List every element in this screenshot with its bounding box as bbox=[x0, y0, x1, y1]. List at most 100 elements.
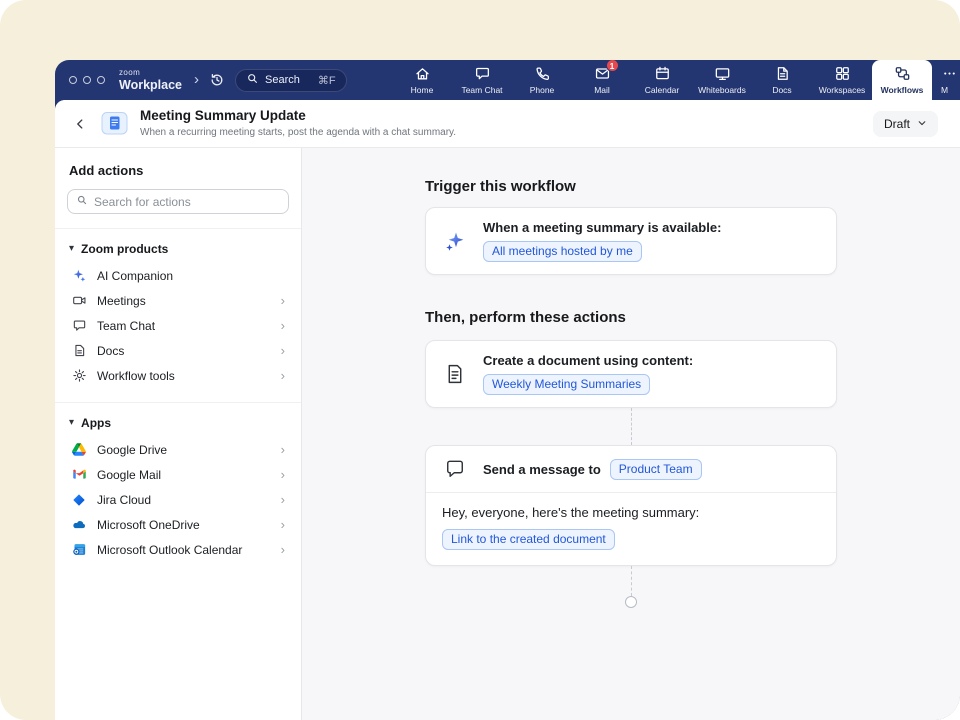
logo-zoom-text: zoom bbox=[119, 69, 182, 77]
nav-tab-label: Whiteboards bbox=[698, 85, 746, 95]
nav-tab-mail[interactable]: 1 Mail bbox=[572, 60, 632, 100]
add-step-node[interactable] bbox=[625, 596, 637, 608]
caret-down-icon: ▾ bbox=[69, 418, 74, 428]
recipient-chip[interactable]: Product Team bbox=[610, 459, 702, 480]
chevron-right-icon: › bbox=[281, 492, 285, 507]
nav-expand-chevron-icon[interactable]: › bbox=[194, 71, 199, 88]
nav-tab-docs[interactable]: Docs bbox=[752, 60, 812, 100]
message-body-text: Hey, everyone, here's the meeting summar… bbox=[442, 505, 820, 520]
workflow-header: Meeting Summary Update When a recurring … bbox=[55, 100, 960, 148]
section-label: Apps bbox=[81, 416, 111, 430]
sidebar-item-jira-cloud[interactable]: Jira Cloud › bbox=[67, 487, 289, 512]
more-icon bbox=[941, 65, 958, 82]
outlook-calendar-icon bbox=[71, 542, 87, 558]
trigger-scope-chip[interactable]: All meetings hosted by me bbox=[483, 241, 642, 262]
nav-tab-phone[interactable]: Phone bbox=[512, 60, 572, 100]
trigger-text: When a meeting summary is available: bbox=[483, 220, 721, 235]
flow-connector bbox=[631, 566, 632, 596]
chat-bubble-icon bbox=[442, 458, 468, 480]
create-document-text: Create a document using content: bbox=[483, 353, 693, 368]
sidebar-item-label: Google Drive bbox=[97, 443, 167, 457]
page-background: zoom Workplace › Search ⌘F bbox=[0, 0, 960, 720]
logo-workplace-text: Workplace bbox=[119, 79, 182, 92]
window-control-dot[interactable] bbox=[83, 76, 91, 84]
send-message-card[interactable]: Send a message to Product Team Hey, ever… bbox=[425, 445, 837, 566]
chevron-right-icon: › bbox=[281, 542, 285, 557]
workspaces-icon bbox=[834, 65, 851, 82]
google-drive-icon bbox=[71, 442, 87, 458]
sidebar-item-microsoft-outlook-calendar[interactable]: Microsoft Outlook Calendar › bbox=[67, 537, 289, 562]
ai-companion-icon bbox=[71, 268, 87, 284]
chevron-right-icon: › bbox=[281, 467, 285, 482]
gmail-icon bbox=[71, 467, 87, 483]
ai-sparkle-icon bbox=[442, 229, 468, 253]
workflow-editor: Meeting Summary Update When a recurring … bbox=[55, 100, 960, 720]
nav-tab-label: Workspaces bbox=[819, 85, 866, 95]
phone-icon bbox=[534, 65, 551, 82]
chevron-right-icon: › bbox=[281, 517, 285, 532]
sidebar-item-google-mail[interactable]: Google Mail › bbox=[67, 462, 289, 487]
window-control-dot[interactable] bbox=[97, 76, 105, 84]
nav-tabs: Home Team Chat Phone 1 Mail bbox=[392, 60, 960, 100]
chevron-right-icon: › bbox=[281, 442, 285, 457]
chevron-right-icon: › bbox=[281, 343, 285, 358]
nav-tab-workspaces[interactable]: Workspaces bbox=[812, 60, 872, 100]
nav-tab-home[interactable]: Home bbox=[392, 60, 452, 100]
sidebar-item-google-drive[interactable]: Google Drive › bbox=[67, 437, 289, 462]
nav-tab-label: Docs bbox=[772, 85, 791, 95]
search-icon bbox=[246, 72, 259, 88]
section-apps[interactable]: ▾ Apps bbox=[69, 416, 287, 430]
document-link-chip[interactable]: Link to the created document bbox=[442, 529, 615, 550]
workflow-thumbnail-icon bbox=[101, 111, 128, 136]
zoom-workplace-logo: zoom Workplace bbox=[119, 69, 182, 92]
document-icon bbox=[442, 363, 468, 385]
flow-connector bbox=[631, 408, 632, 445]
onedrive-icon bbox=[71, 517, 87, 533]
status-label: Draft bbox=[884, 117, 910, 131]
jira-icon bbox=[71, 492, 87, 508]
sidebar-item-label: Microsoft OneDrive bbox=[97, 518, 200, 532]
sidebar-search-input[interactable] bbox=[94, 195, 280, 209]
send-message-text: Send a message to bbox=[483, 462, 601, 477]
chevron-right-icon: › bbox=[281, 318, 285, 333]
sidebar-item-workflow-tools[interactable]: Workflow tools › bbox=[67, 363, 289, 388]
nav-tab-workflows[interactable]: Workflows bbox=[872, 60, 932, 100]
nav-tab-whiteboards[interactable]: Whiteboards bbox=[692, 60, 752, 100]
sidebar-item-label: AI Companion bbox=[97, 269, 173, 283]
chevron-right-icon: › bbox=[281, 368, 285, 383]
document-content-chip[interactable]: Weekly Meeting Summaries bbox=[483, 374, 650, 395]
history-icon[interactable] bbox=[209, 72, 225, 88]
meetings-icon bbox=[71, 293, 87, 309]
sidebar-item-meetings[interactable]: Meetings › bbox=[67, 288, 289, 313]
sidebar-heading: Add actions bbox=[69, 163, 287, 178]
global-search[interactable]: Search ⌘F bbox=[235, 69, 347, 92]
nav-tab-label: Mail bbox=[594, 85, 610, 95]
sidebar-item-label: Google Mail bbox=[97, 468, 161, 482]
trigger-card[interactable]: When a meeting summary is available: All… bbox=[425, 207, 837, 275]
search-label: Search bbox=[265, 74, 300, 86]
mail-unread-badge: 1 bbox=[606, 60, 619, 72]
nav-tab-team-chat[interactable]: Team Chat bbox=[452, 60, 512, 100]
sidebar-item-label: Team Chat bbox=[97, 319, 155, 333]
nav-tab-more[interactable]: M bbox=[932, 60, 960, 100]
divider bbox=[55, 228, 301, 229]
status-dropdown[interactable]: Draft bbox=[873, 111, 938, 137]
window-controls bbox=[69, 76, 105, 84]
sidebar-item-ai-companion[interactable]: AI Companion bbox=[67, 263, 289, 288]
sidebar-item-microsoft-onedrive[interactable]: Microsoft OneDrive › bbox=[67, 512, 289, 537]
nav-tab-label: Team Chat bbox=[461, 85, 502, 95]
nav-tab-calendar[interactable]: Calendar bbox=[632, 60, 692, 100]
window-control-dot[interactable] bbox=[69, 76, 77, 84]
nav-tab-label: Phone bbox=[530, 85, 555, 95]
search-icon bbox=[76, 193, 88, 211]
sidebar-item-docs[interactable]: Docs › bbox=[67, 338, 289, 363]
gear-icon bbox=[71, 368, 87, 384]
create-document-card[interactable]: Create a document using content: Weekly … bbox=[425, 340, 837, 408]
nav-tab-label: Calendar bbox=[645, 85, 680, 95]
back-button[interactable] bbox=[73, 117, 87, 131]
workflow-title: Meeting Summary Update bbox=[140, 108, 456, 124]
actions-search[interactable] bbox=[67, 189, 289, 214]
section-zoom-products[interactable]: ▾ Zoom products bbox=[69, 242, 287, 256]
section-label: Zoom products bbox=[81, 242, 168, 256]
sidebar-item-team-chat[interactable]: Team Chat › bbox=[67, 313, 289, 338]
